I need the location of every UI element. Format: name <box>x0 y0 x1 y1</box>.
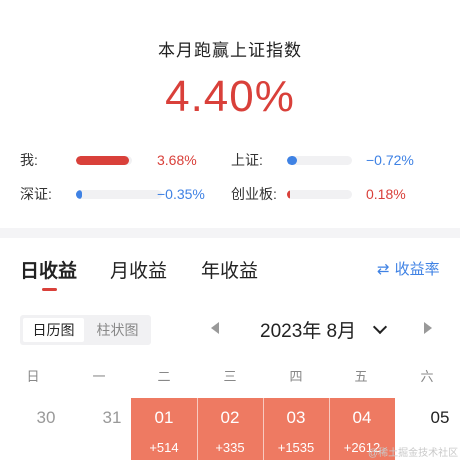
day-number: 03 <box>286 408 306 427</box>
chevron-down-icon[interactable] <box>372 319 388 335</box>
view-toggle: 日历图 柱状图 <box>20 315 151 345</box>
compare-row-chinext: 创业板: 0.18% <box>231 184 431 204</box>
compare-bar-fill <box>287 156 297 165</box>
compare-label: 创业板: <box>231 186 277 202</box>
summary-header: 本月跑赢上证指数 4.40% 我: 3.68% 上证: −0.72% 深证: −… <box>0 0 460 225</box>
compare-value: 3.68% <box>157 152 197 168</box>
compare-label: 上证: <box>231 152 263 168</box>
compare-row-shenzhen: 深证: −0.35% <box>20 184 210 204</box>
tab-monthly-profit[interactable]: 月收益 <box>110 256 167 283</box>
day-number: 30 <box>36 408 56 427</box>
watermark: @稀土掘金技术社区 <box>368 448 459 459</box>
compare-value: −0.35% <box>157 186 205 202</box>
compare-bar-fill <box>76 156 130 165</box>
weekday-label: 六 <box>420 369 434 384</box>
day-number: 01 <box>154 408 174 427</box>
tab-daily-profit[interactable]: 日收益 <box>20 256 77 283</box>
profit-tabs: 日收益 月收益 年收益 ⇄ 收益率 <box>0 238 460 298</box>
compare-value: −0.72% <box>366 152 414 168</box>
compare-bar-fill <box>287 190 290 199</box>
weekday-label: 四 <box>289 369 303 384</box>
weekday-label: 五 <box>354 369 368 384</box>
compare-bar-track <box>76 156 132 165</box>
compare-value: 0.18% <box>366 186 406 202</box>
calendar-day[interactable]: 30 <box>13 398 79 460</box>
compare-bar-fill <box>76 190 83 199</box>
compare-bar-track <box>287 156 352 165</box>
day-number: 02 <box>220 408 240 427</box>
compare-bar-track <box>76 190 162 199</box>
day-profit: +1535 <box>277 440 315 455</box>
next-month-icon[interactable] <box>424 322 432 334</box>
swap-icon: ⇄ <box>377 261 390 278</box>
day-number: 04 <box>352 408 372 427</box>
view-option-bar[interactable]: 柱状图 <box>87 318 148 342</box>
day-profit: +335 <box>215 440 245 455</box>
day-profit: +514 <box>149 440 179 455</box>
compare-row-me: 我: 3.68% <box>20 150 210 170</box>
day-separator <box>329 398 330 460</box>
calendar-day[interactable]: 02 +335 <box>197 398 263 460</box>
rate-toggle-label: 收益率 <box>394 261 440 278</box>
weekday-label: 二 <box>157 369 171 384</box>
section-divider <box>0 228 460 238</box>
compare-bar-track <box>287 190 352 199</box>
prev-month-icon[interactable] <box>211 322 219 334</box>
day-separator <box>263 398 264 460</box>
weekday-label: 一 <box>92 369 106 384</box>
view-option-calendar[interactable]: 日历图 <box>23 318 84 342</box>
active-tab-indicator <box>42 288 57 291</box>
calendar-day[interactable]: 01 +514 <box>131 398 197 460</box>
tab-yearly-profit[interactable]: 年收益 <box>201 256 258 283</box>
weekday-label: 日 <box>26 369 40 384</box>
month-selector[interactable]: 2023年 8月 <box>260 316 356 343</box>
day-separator <box>197 398 198 460</box>
calendar-day[interactable]: 03 +1535 <box>263 398 329 460</box>
compare-row-shanghai: 上证: −0.72% <box>231 150 431 170</box>
page-title: 本月跑赢上证指数 <box>158 41 302 60</box>
compare-label: 我: <box>20 152 38 168</box>
weekday-label: 三 <box>223 369 237 384</box>
rate-toggle-button[interactable]: ⇄ 收益率 <box>377 258 440 279</box>
day-number: 05 <box>430 408 450 427</box>
outperform-value: 4.40% <box>165 72 295 121</box>
compare-label: 深证: <box>20 186 52 202</box>
